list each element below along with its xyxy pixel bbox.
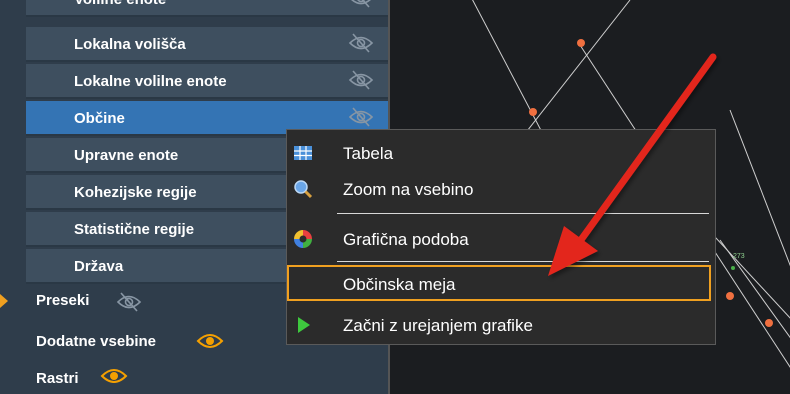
menu-item-label: Zoom na vsebino <box>343 180 474 199</box>
menu-item-label: Začni z urejanjem grafike <box>343 316 533 335</box>
layer-item-lokalna-volisca[interactable]: Lokalna volišča <box>26 27 388 62</box>
menu-item-label: Občinska meja <box>343 275 456 294</box>
menu-separator <box>337 213 709 214</box>
layer-item-label: Občine <box>74 110 125 127</box>
layer-group-preseki[interactable]: Preseki <box>36 292 89 309</box>
layer-item-label: Lokalne volilne enote <box>74 73 227 90</box>
eye-icon[interactable] <box>196 331 224 351</box>
expand-arrow-icon[interactable] <box>0 294 10 308</box>
magnifier-icon <box>294 180 313 199</box>
layer-item-volilne-enote[interactable]: Volilne enote <box>26 0 388 17</box>
menu-separator <box>337 261 709 262</box>
context-menu: Tabela Zoom na vsebino Grafična podoba O… <box>286 129 716 345</box>
eye-slash-icon[interactable] <box>348 0 374 9</box>
layer-group-dodatne-vsebine[interactable]: Dodatne vsebine <box>36 333 156 350</box>
menu-item-zoom[interactable]: Zoom na vsebino <box>287 172 715 206</box>
eye-icon[interactable] <box>100 366 128 386</box>
menu-item-label: Tabela <box>343 144 394 163</box>
menu-item-label: Grafična podoba <box>343 230 469 249</box>
eye-slash-icon[interactable] <box>348 106 374 128</box>
layer-item-label: Volilne enote <box>74 0 166 8</box>
layer-item-label: Kohezijske regije <box>74 184 197 201</box>
menu-item-graficna-podoba[interactable]: Grafična podoba <box>287 222 715 256</box>
table-icon <box>294 146 312 160</box>
layer-item-label: Država <box>74 258 124 275</box>
menu-item-tabela[interactable]: Tabela <box>287 136 715 170</box>
layer-item-label: Lokalna volišča <box>74 36 186 53</box>
play-icon <box>298 317 310 333</box>
menu-item-obcinska-meja[interactable]: Občinska meja <box>287 267 715 301</box>
map-label: 273 <box>733 253 745 260</box>
eye-slash-icon[interactable] <box>348 32 374 54</box>
layer-group-rastri[interactable]: Rastri <box>36 370 79 387</box>
eye-slash-icon[interactable] <box>348 69 374 91</box>
eye-slash-icon[interactable] <box>116 291 142 313</box>
layer-item-lokalne-volilne-enote[interactable]: Lokalne volilne enote <box>26 64 388 99</box>
menu-item-zacni-urejanje[interactable]: Začni z urejanjem grafike <box>287 308 715 342</box>
layer-item-label: Upravne enote <box>74 147 179 164</box>
color-wheel-icon <box>294 230 312 248</box>
layer-item-label: Statistične regije <box>74 221 195 238</box>
